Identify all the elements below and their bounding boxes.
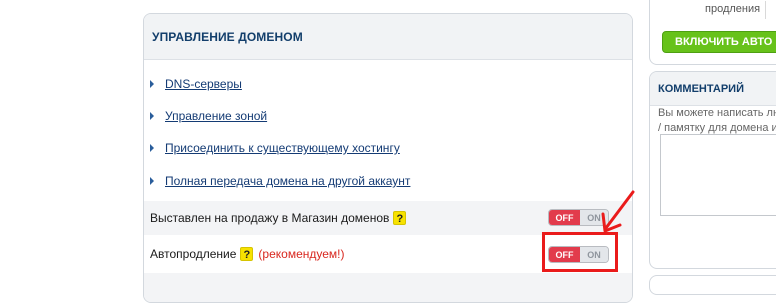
dns-servers-link[interactable]: DNS-серверы xyxy=(165,77,242,91)
attach-hosting-link[interactable]: Присоединить к существующему хостингу xyxy=(165,141,400,155)
setting-row-for-sale: Выставлен на продажу в Магазин доменов ?… xyxy=(144,201,632,235)
help-icon[interactable]: ? xyxy=(240,247,254,261)
autorenew-panel: продления ВКЛЮЧИТЬ АВТО xyxy=(649,0,776,65)
comment-header: КОММЕНТАРИЙ xyxy=(650,72,776,106)
link-item-dns: DNS-серверы xyxy=(150,76,242,92)
recommended-note: (рекомендуем!) xyxy=(258,247,345,261)
renew-label: продления xyxy=(705,3,761,15)
transfer-domain-link[interactable]: Полная передача домена на другой аккаунт xyxy=(165,174,410,188)
bullet-arrow-icon xyxy=(150,144,154,152)
help-icon[interactable]: ? xyxy=(393,211,407,225)
bullet-arrow-icon xyxy=(150,112,154,120)
next-panel xyxy=(649,275,776,295)
link-item-zone: Управление зоной xyxy=(150,108,267,124)
for-sale-label: Выставлен на продажу в Магазин доменов xyxy=(150,211,390,225)
divider xyxy=(765,1,766,19)
comment-panel: КОММЕНТАРИЙ Вы можете написать лю / памя… xyxy=(649,71,776,269)
comment-description: Вы можете написать лю / памятку для доме… xyxy=(658,106,776,136)
autorenew-label: Автопродление xyxy=(150,247,237,261)
highlight-box xyxy=(542,232,618,272)
bullet-arrow-icon xyxy=(150,177,154,185)
bullet-arrow-icon xyxy=(150,80,154,88)
enable-autorenew-button[interactable]: ВКЛЮЧИТЬ АВТО xyxy=(662,31,776,53)
comment-textarea[interactable] xyxy=(660,134,776,216)
zone-management-link[interactable]: Управление зоной xyxy=(165,109,267,123)
link-item-transfer: Полная передача домена на другой аккаунт xyxy=(150,173,410,189)
comment-description-line: Вы можете написать лю xyxy=(658,107,776,119)
comment-title: КОММЕНТАРИЙ xyxy=(658,82,744,95)
toggle-off-label: OFF xyxy=(549,210,580,225)
link-item-hosting: Присоединить к существующему хостингу xyxy=(150,140,400,156)
panel-title: УПРАВЛЕНИЕ ДОМЕНОМ xyxy=(152,29,303,44)
setting-row-next xyxy=(144,273,632,302)
panel-header: УПРАВЛЕНИЕ ДОМЕНОМ xyxy=(144,14,632,60)
annotation-arrow-icon xyxy=(601,190,635,233)
